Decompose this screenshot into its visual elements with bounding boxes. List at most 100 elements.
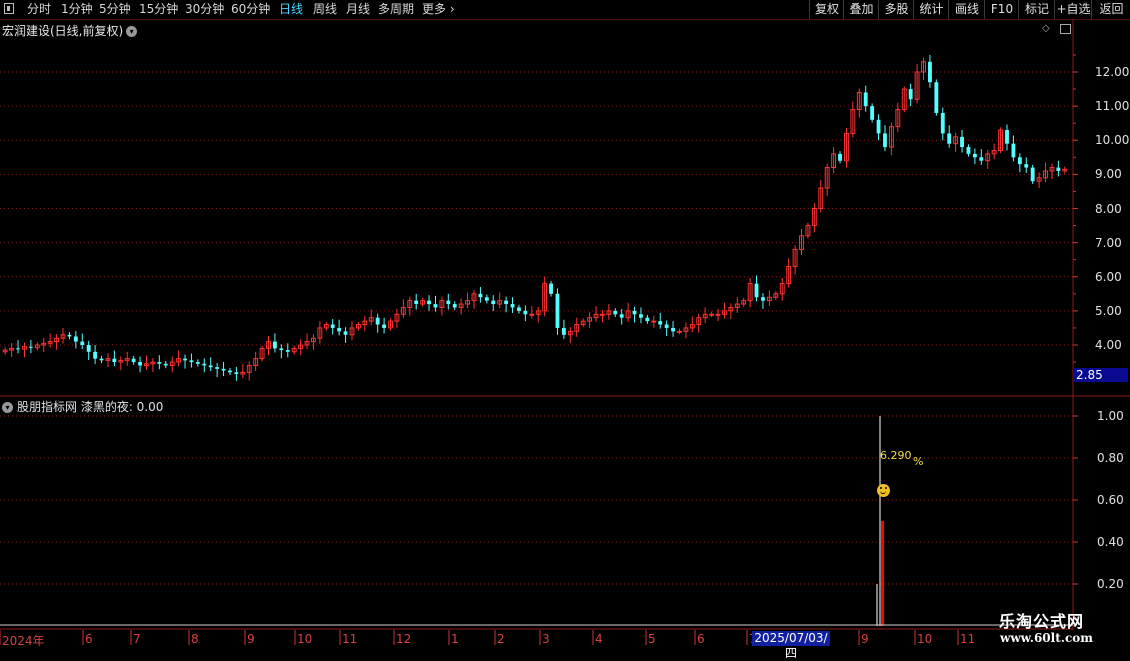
cursor-date-box: 2025/07/03/四: [752, 631, 830, 660]
candle-body: [529, 313, 535, 316]
indicator-tick-label: 0.80: [1097, 451, 1124, 465]
candle-body: [330, 324, 335, 328]
candle-body: [510, 304, 515, 308]
candle-body: [517, 307, 521, 311]
candle-body: [1024, 164, 1029, 168]
candle-body: [427, 300, 431, 305]
candle-body: [972, 153, 977, 158]
candle-body: [73, 336, 78, 342]
candle-body: [99, 358, 104, 361]
candle-body: [613, 310, 618, 315]
indicator-title: ▾ 股朋指标网 漆黑的夜: 0.00: [2, 398, 163, 415]
candle-body: [195, 362, 200, 364]
candle-body: [202, 363, 207, 366]
candle-body: [285, 350, 290, 352]
signal-bar: [881, 521, 884, 626]
price-tick-label: 6.00: [1095, 269, 1122, 284]
date-tick-label: 5: [648, 632, 656, 646]
candle-body: [228, 370, 232, 373]
candle-body: [343, 331, 348, 335]
candle-body: [80, 341, 85, 345]
candle-body: [382, 324, 387, 328]
candle-body: [478, 293, 483, 298]
candle-body: [208, 365, 213, 368]
candle-body: [93, 351, 98, 359]
price-tick-label: 10.00: [1095, 133, 1130, 148]
candle-body: [1011, 143, 1016, 158]
candle-body: [189, 360, 194, 363]
signal-annotation: 6.290: [880, 449, 912, 462]
candle-body: [966, 147, 971, 154]
candle-body: [484, 297, 489, 301]
date-tick-label: 1: [451, 632, 459, 646]
candle-body: [67, 334, 72, 337]
price-tick-label: 11.00: [1095, 99, 1130, 114]
candle-body: [163, 363, 168, 366]
candle-body: [947, 133, 952, 144]
indicator-tick-label: 1.00: [1097, 409, 1124, 423]
candle-body: [1056, 167, 1061, 171]
date-tick-label: 3: [542, 632, 550, 646]
candle-body: [709, 313, 715, 316]
candle-body: [337, 327, 342, 332]
date-tick-label: 9: [861, 632, 869, 646]
candle-body: [761, 297, 765, 301]
candle-body: [215, 367, 220, 369]
candle-body: [446, 300, 451, 305]
candle-body: [664, 324, 669, 328]
price-tick-label: 7.00: [1095, 235, 1122, 250]
candle-body: [549, 283, 553, 294]
candle-body: [658, 321, 663, 325]
candle-body: [414, 300, 419, 305]
candle-body: [561, 327, 566, 335]
candle-body: [375, 317, 380, 325]
candle-body: [112, 358, 117, 363]
candle-body: [279, 348, 284, 351]
current-price-box: 2.85: [1074, 368, 1128, 382]
chevron-down-icon[interactable]: ▾: [2, 402, 13, 413]
candle-body: [883, 133, 887, 148]
candle-body: [870, 106, 875, 120]
candle-body: [523, 310, 528, 315]
candle-body: [491, 300, 496, 305]
candle-body: [183, 358, 187, 361]
price-tick-label: 8.00: [1095, 201, 1122, 216]
date-tick-label: 10: [297, 632, 313, 646]
indicator-tick-label: 0.20: [1097, 577, 1124, 591]
candle-body: [1005, 130, 1009, 144]
candle-body: [234, 372, 239, 375]
candle-body: [1017, 157, 1022, 165]
price-tick-label: 12.00: [1095, 65, 1130, 79]
date-tick-label: 9: [247, 632, 255, 646]
candle-body: [979, 157, 984, 161]
date-tick-label: 11: [342, 632, 358, 646]
indicator-title-label: 股朋指标网 漆黑的夜: 0.00: [17, 400, 164, 414]
price-tick-label: 5.00: [1095, 303, 1122, 318]
candle-body: [28, 346, 33, 348]
candle-body: [86, 345, 91, 352]
candle-body: [928, 61, 932, 83]
candle-body: [639, 314, 643, 318]
candle-body: [221, 368, 226, 371]
candle-body: [715, 313, 721, 316]
candle-body: [504, 300, 509, 305]
date-tick-label: 12: [396, 632, 412, 646]
candle-body: [632, 310, 637, 315]
kline-chart[interactable]: [0, 0, 1130, 650]
date-tick-label: 2: [497, 632, 505, 646]
candle-body: [138, 362, 142, 366]
date-tick-label: 4: [595, 632, 603, 646]
watermark-url: www.60lt.com: [1000, 631, 1093, 645]
candle-body: [960, 136, 964, 148]
date-tick-label: 6: [85, 632, 93, 646]
candle-body: [1030, 167, 1035, 182]
candle-body: [272, 341, 277, 349]
candle-body: [863, 92, 868, 107]
candle-body: [934, 82, 939, 113]
candle-body: [940, 112, 945, 134]
candle-body: [754, 283, 759, 298]
date-tick-label: 10: [917, 632, 933, 646]
candle-body: [131, 358, 136, 363]
date-tick-label: 2024年: [2, 634, 45, 648]
candle-body: [677, 330, 682, 333]
